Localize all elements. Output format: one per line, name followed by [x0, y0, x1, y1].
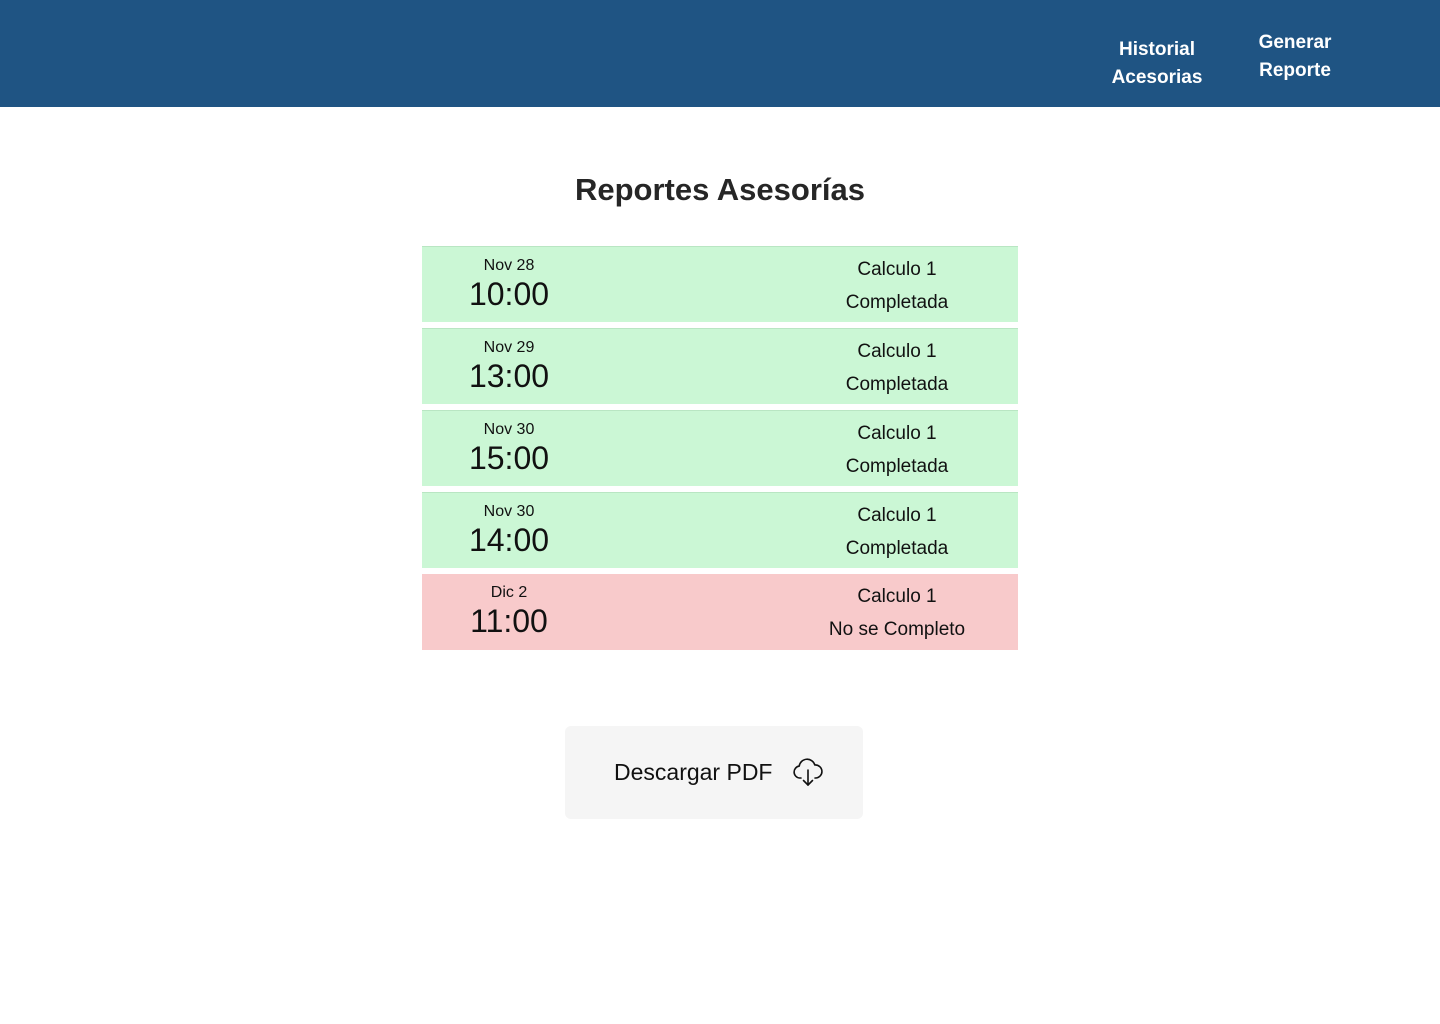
report-subject: Calculo 1 [857, 259, 937, 280]
report-info: Calculo 1 No se Completo [802, 574, 992, 641]
report-date: Nov 29 [483, 339, 535, 356]
report-info: Calculo 1 Completada [802, 493, 992, 560]
top-navbar: Historial Acesorias Generar Reporte [0, 0, 1440, 107]
nav-historial-acesorias[interactable]: Historial Acesorias [1097, 0, 1217, 107]
report-subject: Calculo 1 [857, 505, 937, 526]
report-datetime: Nov 30 14:00 [439, 493, 579, 558]
report-date: Nov 30 [483, 421, 535, 438]
report-status: No se Completo [828, 619, 966, 640]
report-datetime: Nov 28 10:00 [439, 247, 579, 312]
report-row[interactable]: Dic 2 11:00 Calculo 1 No se Completo [422, 574, 1018, 650]
report-time: 14:00 [468, 522, 550, 558]
report-subject: Calculo 1 [857, 423, 937, 444]
report-info: Calculo 1 Completada [802, 411, 992, 478]
report-time: 15:00 [468, 440, 550, 476]
report-row[interactable]: Nov 29 13:00 Calculo 1 Completada [422, 328, 1018, 404]
report-status: Completada [845, 538, 949, 559]
page-title: Reportes Asesorías [574, 172, 866, 207]
report-time: 13:00 [468, 358, 550, 394]
report-datetime: Nov 30 15:00 [439, 411, 579, 476]
report-subject: Calculo 1 [857, 586, 937, 607]
report-datetime: Dic 2 11:00 [439, 574, 579, 639]
report-row[interactable]: Nov 30 14:00 Calculo 1 Completada [422, 492, 1018, 568]
report-status: Completada [845, 374, 949, 395]
report-datetime: Nov 29 13:00 [439, 329, 579, 394]
report-time: 10:00 [468, 276, 550, 312]
report-date: Nov 28 [483, 257, 535, 274]
report-row[interactable]: Nov 30 15:00 Calculo 1 Completada [422, 410, 1018, 486]
report-subject: Calculo 1 [857, 341, 937, 362]
report-row[interactable]: Nov 28 10:00 Calculo 1 Completada [422, 246, 1018, 322]
report-status: Completada [845, 292, 949, 313]
report-date: Dic 2 [490, 584, 528, 601]
report-list: Nov 28 10:00 Calculo 1 Completada Nov 29… [422, 246, 1018, 656]
download-pdf-label: Descargar PDF [614, 759, 773, 785]
report-date: Nov 30 [483, 503, 535, 520]
cloud-download-icon [792, 757, 824, 788]
nav-generar-reporte[interactable]: Generar Reporte [1240, 0, 1350, 107]
report-info: Calculo 1 Completada [802, 247, 992, 314]
download-pdf-button[interactable]: Descargar PDF [565, 726, 863, 819]
report-status: Completada [845, 456, 949, 477]
report-info: Calculo 1 Completada [802, 329, 992, 396]
report-time: 11:00 [470, 603, 548, 639]
